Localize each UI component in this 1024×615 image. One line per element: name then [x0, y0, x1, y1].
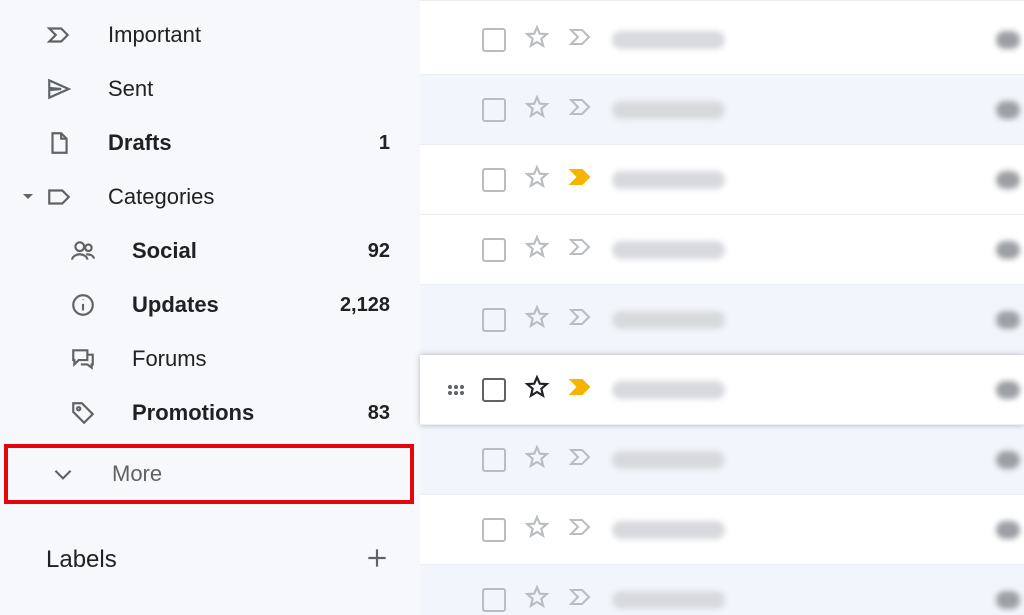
drafts-icon	[46, 130, 108, 156]
select-checkbox[interactable]	[482, 308, 506, 332]
email-row[interactable]	[420, 285, 1024, 355]
sender-name	[612, 381, 725, 399]
star-icon[interactable]	[524, 374, 550, 405]
info-icon	[70, 292, 132, 318]
email-list	[420, 0, 1024, 615]
select-checkbox[interactable]	[482, 518, 506, 542]
sidebar: Important Sent Drafts 1 Categories	[0, 0, 420, 615]
sender-name	[612, 31, 725, 49]
select-checkbox[interactable]	[482, 98, 506, 122]
sender-name	[612, 171, 725, 189]
importance-marker-icon[interactable]	[568, 167, 594, 192]
select-checkbox[interactable]	[482, 588, 506, 612]
email-row[interactable]	[420, 495, 1024, 565]
sidebar-item-label: Drafts	[108, 130, 379, 156]
importance-marker-icon[interactable]	[568, 587, 594, 612]
importance-marker-icon[interactable]	[568, 237, 594, 262]
sidebar-item-drafts[interactable]: Drafts 1	[0, 116, 420, 170]
select-checkbox[interactable]	[482, 448, 506, 472]
label-icon	[46, 184, 108, 210]
select-checkbox[interactable]	[482, 28, 506, 52]
importance-marker-icon[interactable]	[568, 517, 594, 542]
sidebar-item-label: Categories	[108, 184, 390, 210]
importance-marker-icon[interactable]	[568, 27, 594, 52]
sidebar-item-count: 2,128	[340, 294, 390, 317]
importance-marker-icon[interactable]	[568, 447, 594, 472]
labels-header: Labels	[0, 532, 420, 588]
email-row[interactable]	[420, 565, 1024, 615]
importance-marker-icon[interactable]	[568, 377, 594, 402]
sender-name	[612, 311, 725, 329]
sent-icon	[46, 76, 108, 102]
sidebar-item-label: Important	[108, 22, 390, 48]
sidebar-item-more[interactable]: More	[4, 444, 414, 504]
star-icon[interactable]	[524, 94, 550, 125]
sidebar-item-count: 83	[368, 402, 390, 425]
sidebar-item-count: 92	[368, 240, 390, 263]
email-row[interactable]	[420, 215, 1024, 285]
sender-name	[612, 591, 725, 609]
forums-icon	[70, 346, 132, 372]
email-row[interactable]	[420, 145, 1024, 215]
star-icon[interactable]	[524, 584, 550, 615]
select-checkbox[interactable]	[482, 168, 506, 192]
email-row[interactable]	[420, 75, 1024, 145]
sender-name	[612, 451, 725, 469]
tag-icon	[70, 400, 132, 426]
email-date	[996, 31, 1020, 49]
sidebar-item-sent[interactable]: Sent	[0, 62, 420, 116]
sidebar-item-important[interactable]: Important	[0, 8, 420, 62]
email-row[interactable]	[420, 425, 1024, 495]
chevron-down-icon	[50, 461, 112, 487]
drag-handle-icon[interactable]	[448, 385, 464, 395]
add-label-button[interactable]	[364, 545, 390, 576]
sidebar-item-label: Social	[132, 238, 368, 264]
email-date	[996, 521, 1020, 539]
sidebar-item-label: Forums	[132, 346, 390, 372]
sidebar-item-label: Updates	[132, 292, 340, 318]
sidebar-item-forums[interactable]: Forums	[0, 332, 420, 386]
sidebar-item-categories[interactable]: Categories	[0, 170, 420, 224]
email-row[interactable]	[420, 5, 1024, 75]
sidebar-item-social[interactable]: Social 92	[0, 224, 420, 278]
chevron-down-icon[interactable]	[22, 191, 34, 203]
people-icon	[70, 238, 132, 264]
sender-name	[612, 241, 725, 259]
labels-header-text: Labels	[46, 546, 364, 574]
select-checkbox[interactable]	[482, 238, 506, 262]
sender-name	[612, 521, 725, 539]
sidebar-item-promotions[interactable]: Promotions 83	[0, 386, 420, 440]
sidebar-item-updates[interactable]: Updates 2,128	[0, 278, 420, 332]
important-icon	[46, 22, 108, 48]
sidebar-item-label: Promotions	[132, 400, 368, 426]
star-icon[interactable]	[524, 24, 550, 55]
star-icon[interactable]	[524, 444, 550, 475]
star-icon[interactable]	[524, 514, 550, 545]
email-date	[996, 381, 1020, 399]
email-date	[996, 101, 1020, 119]
email-row[interactable]	[420, 355, 1024, 425]
email-date	[996, 171, 1020, 189]
sidebar-item-label: Sent	[108, 76, 390, 102]
select-checkbox[interactable]	[482, 378, 506, 402]
email-date	[996, 241, 1020, 259]
sidebar-item-count: 1	[379, 132, 390, 155]
sidebar-item-label: More	[112, 461, 162, 487]
star-icon[interactable]	[524, 234, 550, 265]
importance-marker-icon[interactable]	[568, 307, 594, 332]
star-icon[interactable]	[524, 164, 550, 195]
star-icon[interactable]	[524, 304, 550, 335]
sender-name	[612, 101, 725, 119]
importance-marker-icon[interactable]	[568, 97, 594, 122]
email-date	[996, 311, 1020, 329]
email-date	[996, 451, 1020, 469]
email-date	[996, 591, 1020, 609]
